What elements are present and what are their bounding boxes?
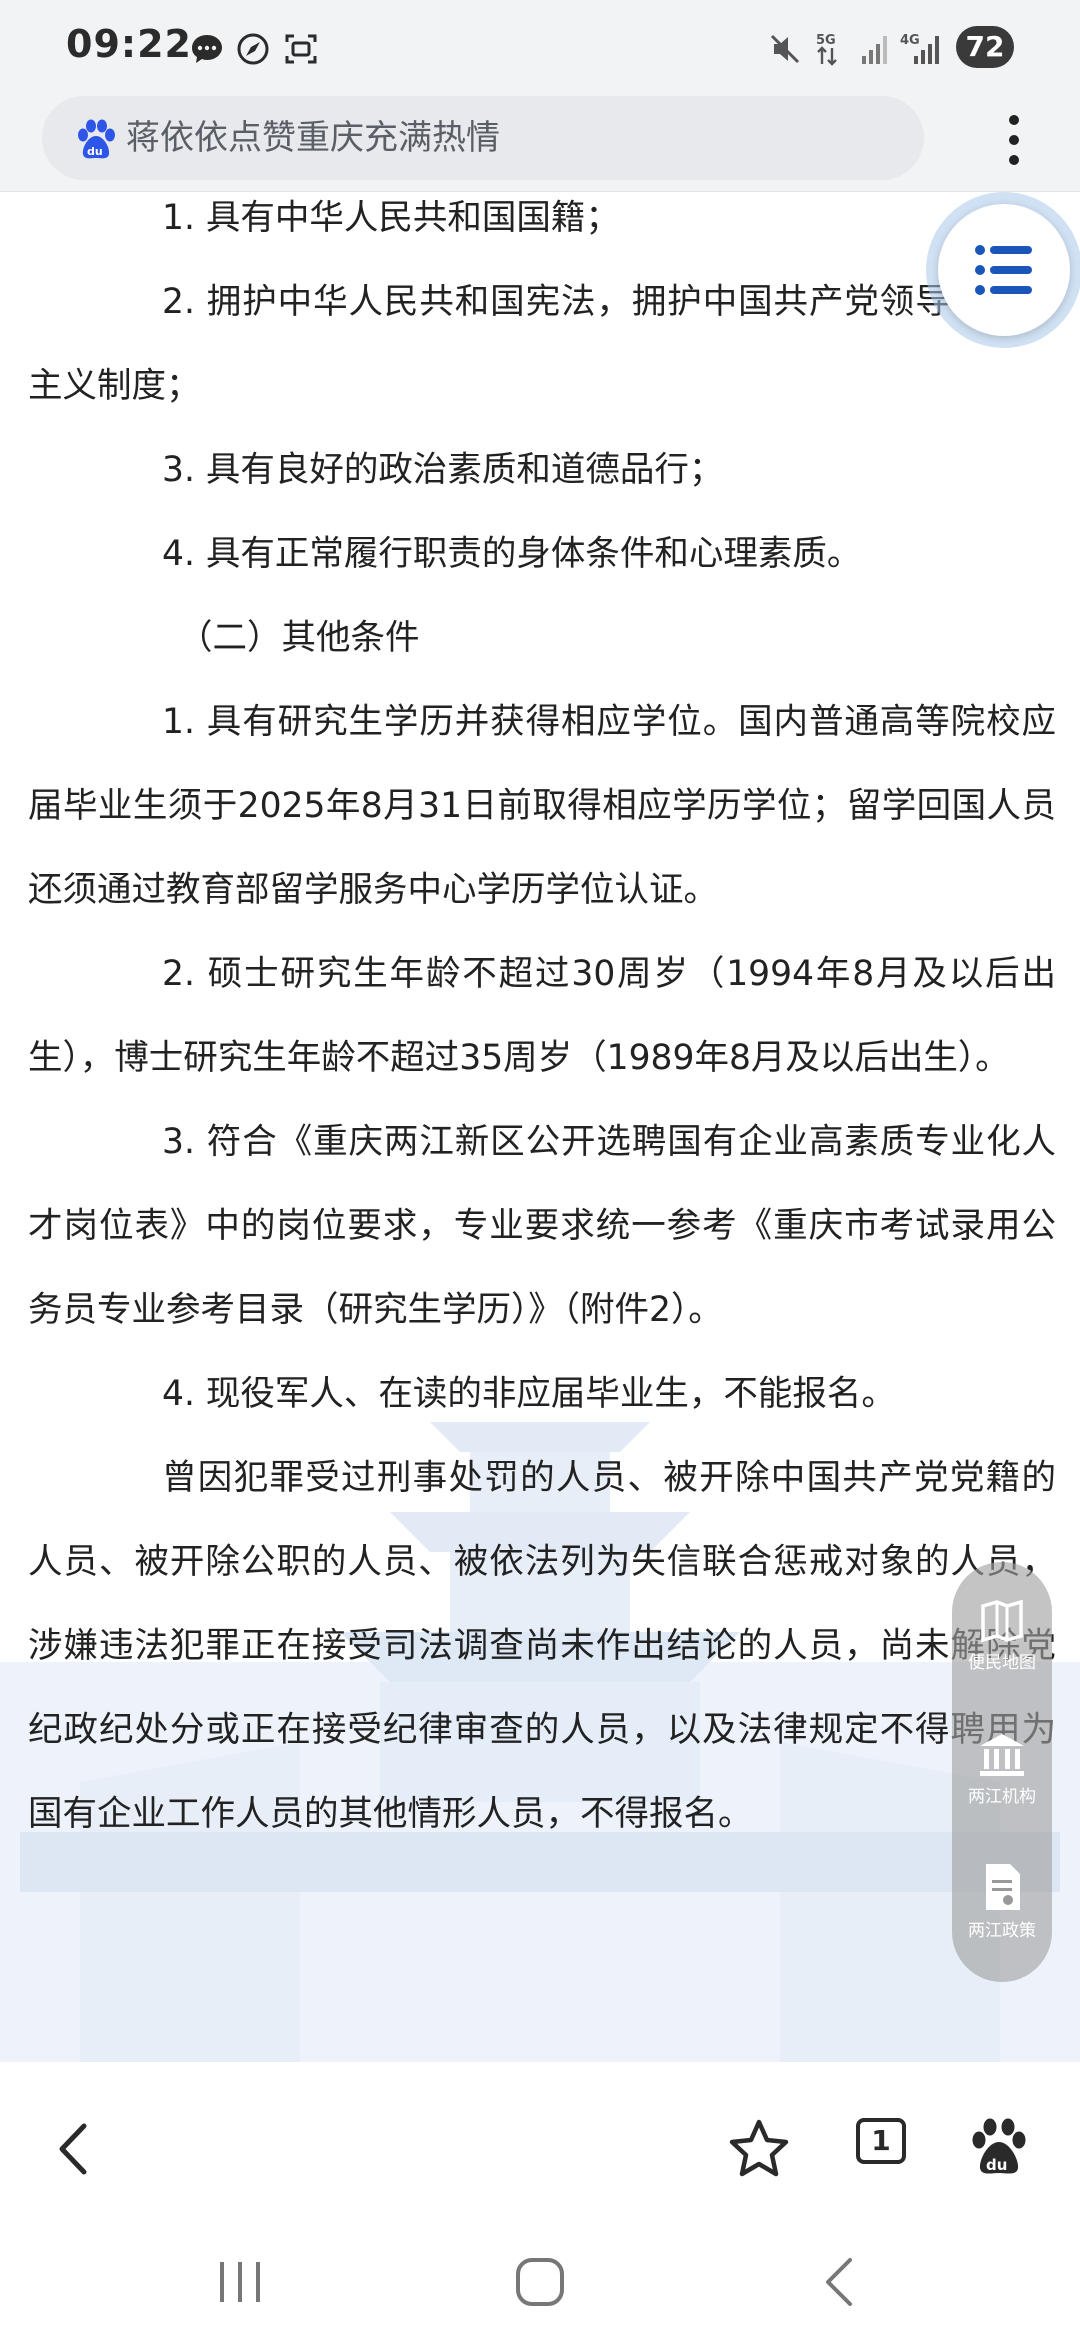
message-icon <box>192 35 222 63</box>
system-navigation-bar <box>0 2212 1080 2340</box>
paragraph-health: 4. 具有正常履行职责的身体条件和心理素质。 <box>162 534 862 574</box>
section-heading-other-conditions: （二）其他条件 <box>178 618 420 658</box>
svg-text:du: du <box>87 145 103 158</box>
signal-4g-icon: 4G <box>900 33 939 64</box>
institution-icon <box>980 1734 1024 1776</box>
tabs-count-button[interactable]: 1 <box>856 2118 906 2164</box>
signal-bars-icon <box>862 36 887 64</box>
status-bar: 09:22 5G 4G 72 <box>0 0 1080 96</box>
battery-indicator: 72 <box>956 26 1014 68</box>
mute-icon <box>770 34 800 64</box>
baidu-paw-icon: du <box>78 119 115 159</box>
toc-button[interactable] <box>938 204 1070 336</box>
side-item-convenience-map[interactable]: 便民地图 <box>952 1598 1052 1673</box>
paragraph-exclusions: 4. 现役军人、在读的非应届毕业生，不能报名。 <box>162 1374 896 1414</box>
article-paragraphs: 1. 具有中华人民共和国国籍； 2. 拥护中华人民共和国宪法，拥护中国共产党领导… <box>28 192 1056 1856</box>
paragraph-degree: 1. 具有研究生学历并获得相应学位。国内普通高等院校应届毕业生须于2025年8月… <box>28 702 1056 910</box>
search-query-text: 蒋依依点赞重庆充满热情 <box>126 118 500 158</box>
status-time: 09:22 <box>66 22 192 66</box>
navigation-icon <box>237 33 269 65</box>
paragraph-constitution: 2. 拥护中华人民共和国宪法，拥护中国共产党领导和社会主义制度； <box>28 282 1056 406</box>
side-quick-panel: 便民地图 两江机构 两江政策 <box>952 1562 1052 1982</box>
list-menu-icon <box>975 245 1032 295</box>
paragraph-disqualifications: 曾因犯罪受过刑事处罚的人员、被开除中国共产党党籍的人员、被开除公职的人员、被依法… <box>28 1458 1056 1834</box>
svg-text:du: du <box>986 2156 1007 2174</box>
paragraph-moral: 3. 具有良好的政治素质和道德品行； <box>162 450 724 490</box>
search-box[interactable]: du 蒋依依点赞重庆充满热情 <box>42 96 924 180</box>
svg-text:4G: 4G <box>900 33 920 48</box>
map-book-icon <box>981 1599 1023 1643</box>
system-back-icon[interactable] <box>810 2252 870 2312</box>
back-arrow-icon[interactable] <box>40 2114 110 2184</box>
browser-address-area: du 蒋依依点赞重庆充满热情 <box>0 96 1080 192</box>
recent-apps-icon[interactable] <box>210 2252 270 2312</box>
browser-bottom-toolbar: 1 du <box>0 2084 1080 2212</box>
article-content: 1. 具有中华人民共和国国籍； 2. 拥护中华人民共和国宪法，拥护中国共产党领导… <box>0 192 1080 2084</box>
policy-document-icon <box>986 1864 1020 1910</box>
paragraph-age: 2. 硕士研究生年龄不超过30周岁（1994年8月及以后出生），博士研究生年龄不… <box>28 954 1056 1078</box>
favorite-star-icon[interactable] <box>724 2114 794 2184</box>
more-options-icon[interactable] <box>994 110 1034 170</box>
home-icon[interactable] <box>510 2252 570 2312</box>
baidu-home-icon[interactable]: du <box>964 2114 1034 2184</box>
paragraph-nationality: 1. 具有中华人民共和国国籍； <box>162 198 620 238</box>
side-item-institutions[interactable]: 两江机构 <box>952 1732 1052 1807</box>
side-item-policies[interactable]: 两江政策 <box>952 1862 1052 1941</box>
svg-text:5G: 5G <box>816 33 836 48</box>
paragraph-position-requirements: 3. 符合《重庆两江新区公开选聘国有企业高素质专业化人才岗位表》中的岗位要求，专… <box>28 1122 1056 1330</box>
signal-5g-icon: 5G <box>816 33 837 66</box>
screenshot-icon <box>285 34 317 64</box>
